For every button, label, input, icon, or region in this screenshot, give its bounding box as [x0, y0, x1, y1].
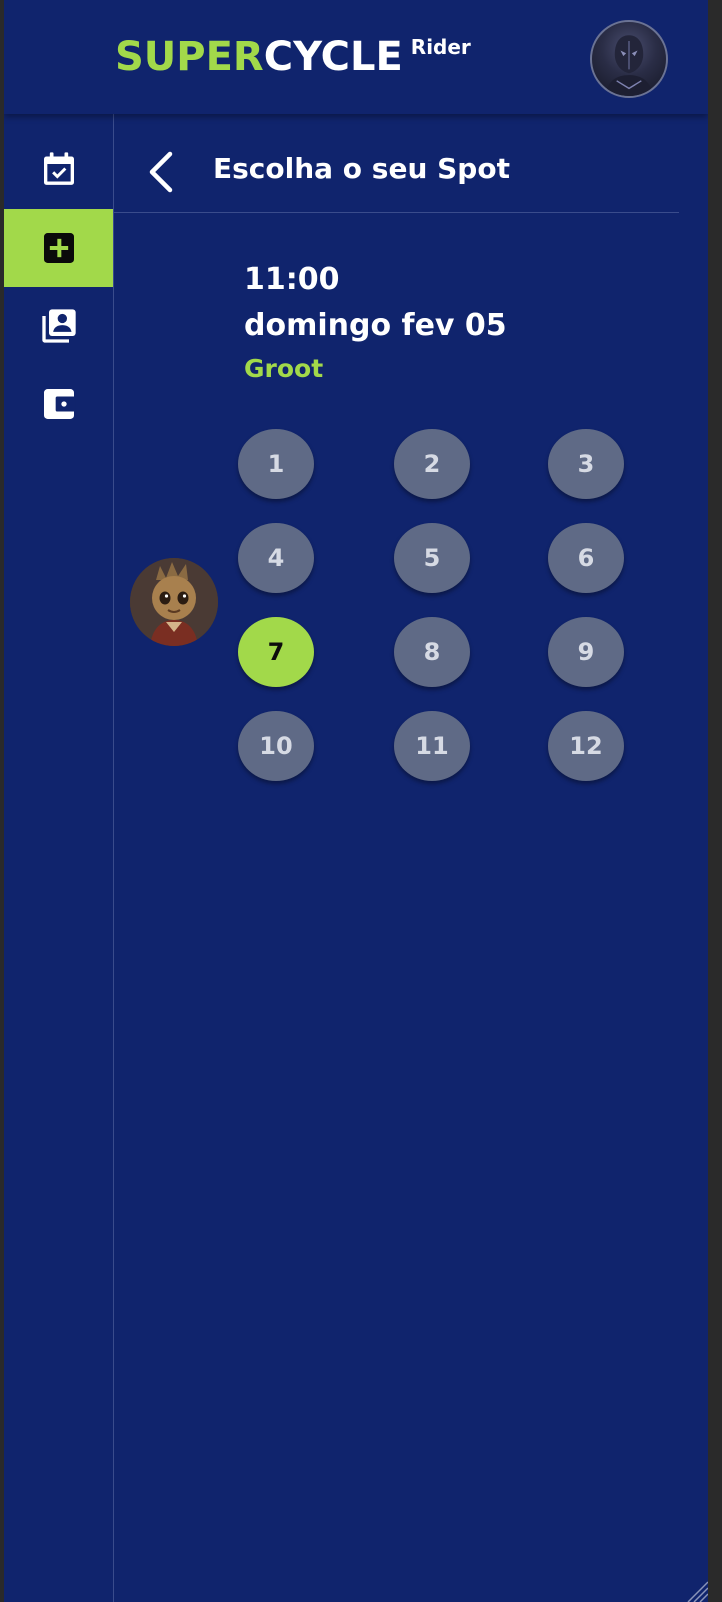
spot-button[interactable]: 5: [394, 523, 470, 593]
app-window: SUPERCYCLE Rider Escolha o seu Spot 11:0…: [4, 0, 708, 1602]
sidebar-item-book[interactable]: [4, 209, 113, 287]
spot-button-selected[interactable]: 7: [238, 617, 314, 687]
sidebar-item-profile[interactable]: [4, 287, 113, 365]
spot-button[interactable]: 9: [548, 617, 624, 687]
spot-button[interactable]: 2: [394, 429, 470, 499]
instructor-avatar: [130, 558, 218, 646]
brand-cycle: CYCLE: [263, 34, 403, 80]
user-avatar[interactable]: [590, 20, 668, 98]
top-header: SUPERCYCLE Rider: [4, 0, 708, 114]
profile-library-icon: [41, 309, 76, 343]
resize-handle-icon[interactable]: [680, 1574, 708, 1602]
calendar-check-icon: [43, 152, 74, 185]
spot-button[interactable]: 11: [394, 711, 470, 781]
spot-button[interactable]: 4: [238, 523, 314, 593]
brand-logo: SUPERCYCLE Rider: [115, 34, 471, 86]
class-time: 11:00: [244, 262, 340, 297]
brand-super: SUPER: [115, 34, 264, 80]
instructor-name: Groot: [244, 354, 324, 383]
user-avatar-image: [605, 35, 653, 96]
spot-button[interactable]: 6: [548, 523, 624, 593]
add-box-icon: [43, 233, 74, 263]
spot-button[interactable]: 3: [548, 429, 624, 499]
wallet-icon: [43, 389, 76, 419]
brand-rider: Rider: [410, 35, 471, 59]
spot-button[interactable]: 1: [238, 429, 314, 499]
page-title: Escolha o seu Spot: [213, 152, 510, 185]
page-header: Escolha o seu Spot: [114, 114, 679, 213]
class-date: domingo fev 05: [244, 308, 507, 343]
instructor-avatar-image: [130, 558, 218, 646]
sidebar-item-wallet[interactable]: [4, 365, 113, 443]
spot-button[interactable]: 10: [238, 711, 314, 781]
spot-button[interactable]: 12: [548, 711, 624, 781]
back-button[interactable]: [146, 150, 176, 194]
chevron-left-icon: [149, 151, 173, 193]
sidebar-item-schedule[interactable]: [4, 130, 113, 208]
spot-button[interactable]: 8: [394, 617, 470, 687]
sidebar: [4, 114, 114, 1602]
